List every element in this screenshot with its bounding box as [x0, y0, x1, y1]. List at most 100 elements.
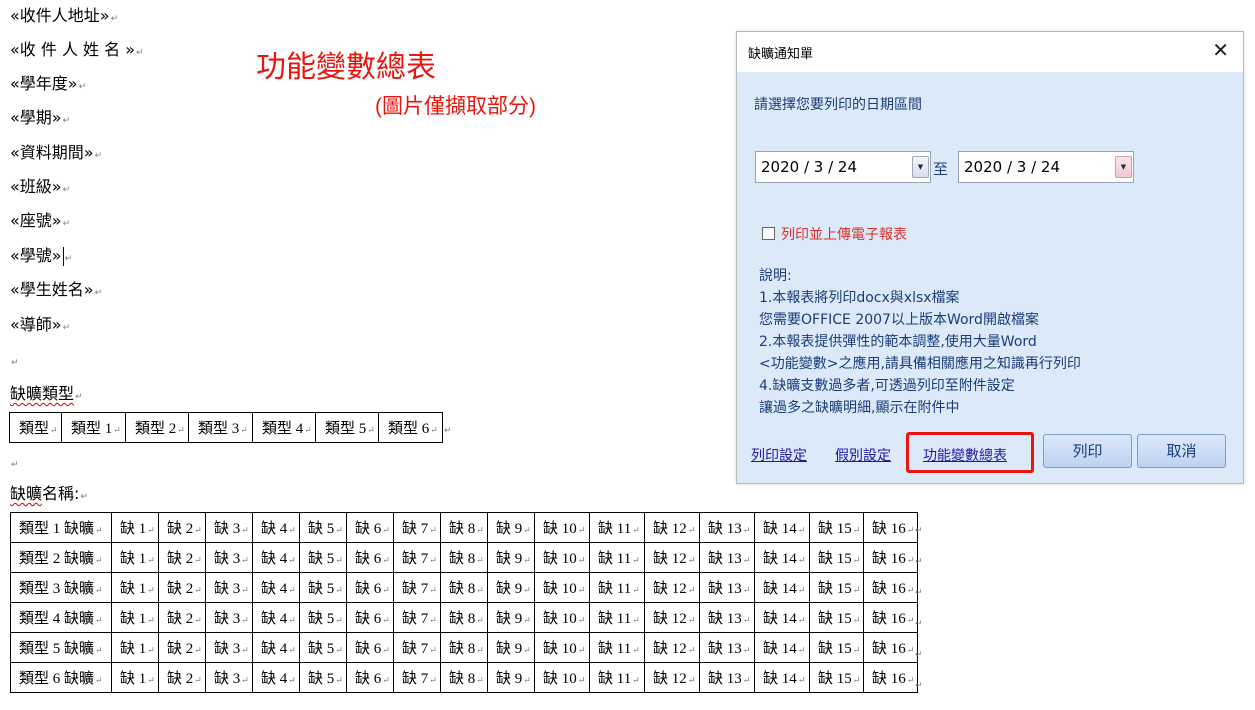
table-cell: 缺 6↵	[346, 542, 394, 573]
table-cell: 缺 13↵	[699, 512, 755, 543]
merge-field-student-name: «學生姓名»↵	[10, 280, 103, 299]
table-cell: 缺 9↵	[487, 662, 535, 693]
table-cell: 缺 10↵	[534, 662, 590, 693]
checkbox-box[interactable]	[762, 227, 775, 240]
table-cell: 缺 14↵	[754, 512, 810, 543]
note-line: 1.本報表將列印docx與xlsx檔案	[759, 290, 960, 306]
table-cell: 缺 13↵	[699, 572, 755, 603]
row-label-cell: 類型 2 缺曠↵	[10, 542, 112, 573]
table-cell: 缺 9↵	[487, 512, 535, 543]
cancel-button[interactable]: 取消	[1137, 434, 1226, 468]
merge-field-data-period: «資料期間»↵	[10, 143, 103, 162]
empty-paragraph: ↵	[11, 358, 19, 368]
absence-names-heading: 缺曠名稱:↵	[10, 484, 88, 503]
chevron-down-icon[interactable]: ▼	[1115, 156, 1132, 178]
table-cell: 缺 13↵	[699, 602, 755, 633]
row-end-mark: ↵	[915, 588, 923, 598]
table-cell: 缺 5↵	[299, 542, 347, 573]
chevron-down-icon[interactable]: ▼	[912, 156, 929, 178]
merge-field-student-id[interactable]: «學號» ↵	[10, 246, 72, 269]
table-cell: 缺 8↵	[440, 602, 488, 633]
table-cell: 缺 1↵	[111, 512, 159, 543]
merge-field-recipient-name: «收 件 人 姓 名 »↵	[10, 40, 144, 59]
table-row: 類型 2 缺曠↵ 缺 1↵ 缺 2↵ 缺 3↵ 缺 4↵ 缺 5↵ 缺 6↵ 缺 7↵ 缺 8↵…	[10, 542, 918, 573]
table-cell: 缺 3↵	[205, 602, 253, 633]
end-date-picker[interactable]: 2020 / 3 / 24 ▼	[958, 151, 1134, 183]
absence-notice-dialog: 缺曠通知單 ✕ 請選擇您要列印的日期區間 2020 / 3 / 24 ▼ 至 2…	[736, 31, 1244, 484]
table-cell: 缺 6↵	[346, 662, 394, 693]
table-cell: 缺 11↵	[589, 542, 645, 573]
absence-names-table: 類型 1 缺曠↵ 缺 1↵ 缺 2↵ 缺 3↵ 缺 4↵ 缺 5↵ 缺 6↵ 缺 7↵ 缺 8↵…	[10, 512, 918, 693]
table-cell: 缺 14↵	[754, 542, 810, 573]
table-cell: 缺 7↵	[393, 602, 441, 633]
dialog-body: 請選擇您要列印的日期區間 2020 / 3 / 24 ▼ 至 2020 / 3 …	[737, 72, 1243, 483]
table-cell: 缺 7↵	[393, 662, 441, 693]
table-cell: 缺 5↵	[299, 572, 347, 603]
table-cell: 缺 16↵	[863, 602, 918, 633]
row-end-mark: ↵	[915, 619, 923, 629]
table-cell: 缺 2↵	[158, 512, 206, 543]
table-cell: 缺 5↵	[299, 632, 347, 663]
table-cell: 缺 1↵	[111, 632, 159, 663]
checkbox-label: 列印並上傳電子報表	[781, 227, 907, 243]
close-icon[interactable]: ✕	[1212, 38, 1229, 62]
table-cell: 缺 13↵	[699, 542, 755, 573]
merge-field-recipient-address: «收件人地址»↵	[10, 6, 119, 25]
table-cell: 缺 8↵	[440, 512, 488, 543]
table-cell: 缺 11↵	[589, 512, 645, 543]
table-cell: 缺 10↵	[534, 632, 590, 663]
note-line: 讓過多之缺曠明細,顯示在附件中	[759, 400, 960, 416]
note-line: 說明:	[759, 268, 792, 284]
row-end-mark: ↵	[444, 426, 452, 436]
table-cell: 缺 7↵	[393, 512, 441, 543]
table-cell: 缺 4↵	[252, 602, 300, 633]
table-cell: 缺 10↵	[534, 512, 590, 543]
upload-report-checkbox[interactable]: 列印並上傳電子報表	[762, 224, 907, 244]
table-cell: 缺 2↵	[158, 572, 206, 603]
table-cell: 缺 16↵	[863, 572, 918, 603]
absence-types-heading: 缺曠類型↵	[10, 384, 83, 403]
table-cell: 缺 6↵	[346, 572, 394, 603]
table-row: 類型 1 缺曠↵ 缺 1↵ 缺 2↵ 缺 3↵ 缺 4↵ 缺 5↵ 缺 6↵ 缺 7↵ 缺 8↵…	[10, 512, 918, 543]
table-cell: 缺 12↵	[644, 572, 700, 603]
row-end-mark: ↵	[915, 526, 923, 536]
annotation-title: 功能變數總表	[256, 51, 436, 84]
row-label-cell: 類型 3 缺曠↵	[10, 572, 112, 603]
table-row: 類型 6 缺曠↵ 缺 1↵ 缺 2↵ 缺 3↵ 缺 4↵ 缺 5↵ 缺 6↵ 缺 7↵ 缺 8↵…	[10, 662, 918, 693]
table-cell: 缺 11↵	[589, 572, 645, 603]
table-cell: 缺 2↵	[158, 542, 206, 573]
table-cell: 缺 5↵	[299, 602, 347, 633]
leave-settings-link[interactable]: 假別設定	[835, 445, 891, 465]
table-cell: 缺 2↵	[158, 662, 206, 693]
table-cell: 缺 15↵	[809, 632, 864, 663]
table-cell: 缺 3↵	[205, 512, 253, 543]
table-cell: 缺 15↵	[809, 662, 864, 693]
table-cell: 缺 8↵	[440, 572, 488, 603]
absence-types-table: 類型↵ 類型 1↵ 類型 2↵ 類型 3↵ 類型 4↵ 類型 5↵ 類型 6↵	[9, 412, 443, 443]
table-cell: 缺 8↵	[440, 632, 488, 663]
table-cell: 缺 4↵	[252, 572, 300, 603]
print-button[interactable]: 列印	[1043, 434, 1132, 468]
table-cell: 缺 15↵	[809, 602, 864, 633]
field-summary-link[interactable]: 功能變數總表	[923, 445, 1007, 465]
table-cell: 缺 11↵	[589, 632, 645, 663]
table-cell: 類型 6↵	[378, 412, 443, 443]
table-row: 類型 5 缺曠↵ 缺 1↵ 缺 2↵ 缺 3↵ 缺 4↵ 缺 5↵ 缺 6↵ 缺 7↵ 缺 8↵…	[10, 632, 918, 663]
table-cell: 缺 4↵	[252, 542, 300, 573]
table-cell: 缺 13↵	[699, 662, 755, 693]
start-date-picker[interactable]: 2020 / 3 / 24 ▼	[755, 151, 931, 183]
dialog-title: 缺曠通知單	[748, 47, 814, 62]
table-cell: 缺 6↵	[346, 512, 394, 543]
print-settings-link[interactable]: 列印設定	[751, 445, 807, 465]
table-cell: 缺 14↵	[754, 662, 810, 693]
table-cell: 缺 13↵	[699, 632, 755, 663]
note-line: <功能變數>之應用,請具備相關應用之知識再行列印	[759, 356, 1081, 372]
table-cell: 缺 3↵	[205, 632, 253, 663]
table-cell: 缺 12↵	[644, 542, 700, 573]
table-cell: 缺 16↵	[863, 542, 918, 573]
table-cell: 缺 9↵	[487, 572, 535, 603]
table-cell: 缺 15↵	[809, 572, 864, 603]
table-row: 類型↵ 類型 1↵ 類型 2↵ 類型 3↵ 類型 4↵ 類型 5↵ 類型 6↵	[9, 412, 443, 443]
table-cell: 類型 2↵	[125, 412, 189, 443]
table-cell: 缺 5↵	[299, 512, 347, 543]
